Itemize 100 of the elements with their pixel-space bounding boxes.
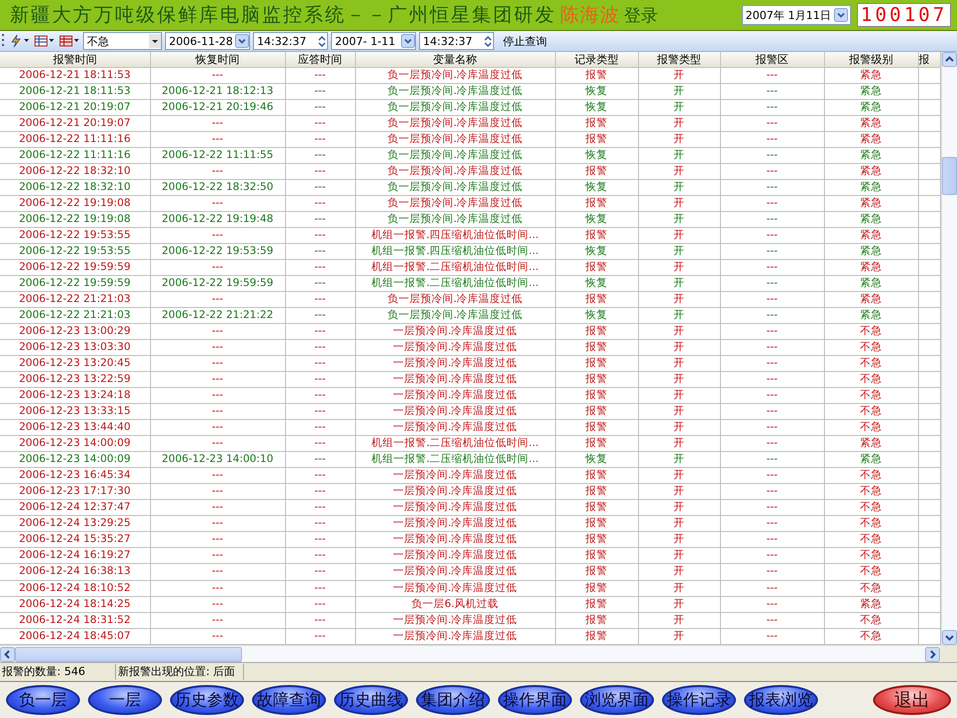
table-cell: 报警 (555, 116, 638, 132)
table-cell: 负一层预冷间.冷库温度过低 (355, 68, 555, 84)
spinner-icon (483, 34, 493, 48)
table-cell: --- (720, 612, 824, 628)
table-cell: 紧急 (824, 596, 918, 612)
table-cell: --- (720, 388, 824, 404)
table-cell: 开 (638, 116, 720, 132)
table-cell: --- (285, 324, 355, 340)
table-cell: 2006-12-23 13:03:30 (0, 340, 150, 356)
table-cell: --- (285, 516, 355, 532)
column-header[interactable]: 报警时间 (0, 52, 150, 68)
nav-button[interactable]: 报表浏览 (744, 685, 818, 715)
nav-button[interactable]: 历史参数 (170, 685, 244, 715)
table-cell: --- (720, 116, 824, 132)
dropdown-icon (235, 34, 249, 48)
vertical-scrollbar[interactable] (940, 52, 957, 645)
table-cell: --- (150, 292, 285, 308)
table-cell: 2006-12-21 20:19:07 (0, 116, 150, 132)
nav-button[interactable]: 操作界面 (498, 685, 572, 715)
table-cell: --- (285, 452, 355, 468)
table-cell: 负一层预冷间.冷库温度过低 (355, 180, 555, 196)
table-cell: 恢复 (555, 100, 638, 116)
time-field[interactable]: 14:32:37 (253, 32, 328, 50)
table-cell: 开 (638, 468, 720, 484)
table-cell: 不急 (824, 532, 918, 548)
table-cell: --- (285, 212, 355, 228)
table-cell: --- (285, 548, 355, 564)
table-cell: --- (285, 404, 355, 420)
table-cell: 报警 (555, 420, 638, 436)
table-cell: --- (150, 596, 285, 612)
table-cell: 开 (638, 596, 720, 612)
table-cell (918, 260, 940, 276)
column-header[interactable]: 记录类型 (555, 52, 638, 68)
table-cell (918, 420, 940, 436)
table-cell: --- (285, 596, 355, 612)
table-cell: --- (285, 244, 355, 260)
scroll-thumb[interactable] (942, 157, 957, 195)
column-header[interactable]: 应答时间 (285, 52, 355, 68)
nav-button[interactable]: 一层 (88, 685, 162, 715)
nav-button[interactable]: 操作记录 (662, 685, 736, 715)
table-cell: 2006-12-22 21:21:22 (150, 308, 285, 324)
table-cell: --- (720, 372, 824, 388)
column-header[interactable]: 变量名称 (355, 52, 555, 68)
table-cell: --- (720, 100, 824, 116)
column-header[interactable]: 报警级别 (824, 52, 918, 68)
table-cell: 负一层6.风机过载 (355, 596, 555, 612)
table-cell (918, 116, 940, 132)
table-cell: 恢复 (555, 244, 638, 260)
time-field[interactable]: 14:32:37 (419, 32, 494, 50)
column-header[interactable]: 报警类型 (638, 52, 720, 68)
table-cell: 报警 (555, 436, 638, 452)
table-cell: 报警 (555, 292, 638, 308)
table-cell: --- (285, 164, 355, 180)
table-cell: 报警 (555, 532, 638, 548)
table-cell: 负一层预冷间.冷库温度过低 (355, 132, 555, 148)
table-cell: --- (150, 612, 285, 628)
table-cell: 开 (638, 564, 720, 580)
table-cell: --- (150, 260, 285, 276)
table-cell: 紧急 (824, 180, 918, 196)
table-cell: 开 (638, 244, 720, 260)
table-cell: --- (285, 308, 355, 324)
date-field[interactable]: 2007- 1-11 (331, 32, 416, 50)
nav-button[interactable]: 退出 (873, 685, 951, 715)
table-cell: --- (285, 132, 355, 148)
table-cell: --- (150, 388, 285, 404)
nav-button[interactable]: 集团介绍 (416, 685, 490, 715)
nav-button[interactable]: 负一层 (6, 685, 80, 715)
table-cell: 一层预冷间.冷库温度过低 (355, 468, 555, 484)
level-select[interactable]: 不急 (83, 32, 162, 50)
table-cell (918, 532, 940, 548)
table-cell: 报警 (555, 356, 638, 372)
table-cell: --- (285, 100, 355, 116)
date-field[interactable]: 2006-11-28 (165, 32, 250, 50)
horizontal-scrollbar[interactable] (0, 645, 957, 662)
table-cell: --- (150, 548, 285, 564)
column-header[interactable]: 报 (918, 52, 940, 68)
table-cell: --- (720, 420, 824, 436)
table-cell: --- (150, 580, 285, 596)
table-cell: --- (150, 372, 285, 388)
nav-button[interactable]: 浏览界面 (580, 685, 654, 715)
column-header[interactable]: 报警区 (720, 52, 824, 68)
table-cell: 开 (638, 436, 720, 452)
table-cell (918, 276, 940, 292)
caret-icon (49, 39, 54, 43)
stop-query-button[interactable]: 停止查询 (497, 32, 553, 50)
table-cell (918, 164, 940, 180)
table-cell: 2006-12-24 18:10:52 (0, 580, 150, 596)
table-cell: --- (720, 484, 824, 500)
nav-button[interactable]: 故障查询 (252, 685, 326, 715)
table-cell: 2006-12-22 11:11:16 (0, 132, 150, 148)
dropdown-icon (834, 8, 848, 22)
column-header[interactable]: 恢复时间 (150, 52, 285, 68)
date-picker[interactable]: 2007年 1月11日 (742, 5, 851, 25)
caret-icon (24, 39, 29, 43)
table-cell: --- (285, 564, 355, 580)
table-cell: 一层预冷间.冷库温度过低 (355, 356, 555, 372)
nav-button[interactable]: 历史曲线 (334, 685, 408, 715)
table-cell: 一层预冷间.冷库温度过低 (355, 340, 555, 356)
table-cell: 一层预冷间.冷库温度过低 (355, 516, 555, 532)
scroll-thumb[interactable] (15, 646, 242, 662)
